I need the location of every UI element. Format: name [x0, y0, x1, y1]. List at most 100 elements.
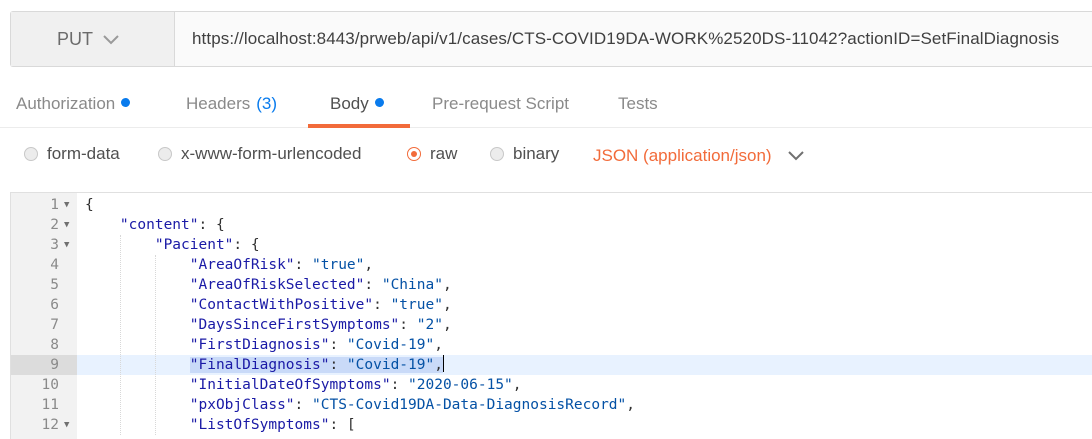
text-cursor: [442, 355, 444, 372]
line-number: 5: [50, 277, 59, 293]
line-number: 1: [50, 197, 59, 213]
fold-arrow-icon[interactable]: ▼: [64, 195, 69, 215]
json-key: "DaysSinceFirstSymptoms": [189, 317, 400, 333]
tab-body[interactable]: Body: [330, 94, 384, 114]
radio-raw[interactable]: raw: [407, 144, 457, 164]
line-number: 7: [50, 317, 59, 333]
line-number: 10: [41, 377, 59, 393]
json-string-value: "true": [390, 297, 443, 313]
code-text: "FinalDiagnosis": "Covid-19",: [85, 355, 444, 375]
tab-label: Headers: [186, 94, 251, 113]
line-number: 8: [50, 337, 59, 353]
chevron-down-icon: [787, 146, 804, 166]
code-line[interactable]: 10 "InitialDateOfSymptoms": "2020-06-15"…: [11, 375, 1092, 395]
json-punctuation: : {: [198, 217, 225, 233]
json-key: "FirstDiagnosis": [189, 337, 330, 353]
radio-checked-icon: [407, 147, 421, 161]
radio-unchecked-icon: [24, 147, 38, 161]
json-punctuation: ,: [442, 297, 452, 313]
json-punctuation: : [: [329, 417, 356, 433]
code-text: "InitialDateOfSymptoms": "2020-06-15",: [85, 375, 522, 395]
radio-binary[interactable]: binary: [490, 144, 559, 164]
code-line[interactable]: 2 ▼ "content": {: [11, 215, 1092, 235]
radio-unchecked-icon: [158, 147, 172, 161]
code-text: "AreaOfRiskSelected": "China",: [85, 275, 452, 295]
code-text: "ContactWithPositive": "true",: [85, 295, 452, 315]
radio-label: form-data: [47, 144, 120, 163]
tab-label: Authorization: [16, 94, 116, 113]
json-punctuation: :: [329, 357, 347, 373]
tab-headers[interactable]: Headers (3): [186, 94, 277, 114]
code-line[interactable]: 4 "AreaOfRisk": "true",: [11, 255, 1092, 275]
url-input[interactable]: https://localhost:8443/prweb/api/v1/case…: [175, 12, 1092, 66]
json-key: "AreaOfRiskSelected": [189, 277, 365, 293]
radio-label: x-www-form-urlencoded: [181, 144, 362, 163]
code-line[interactable]: 1 ▼ {: [11, 195, 1092, 215]
chevron-down-icon: [103, 29, 119, 50]
tab-label: Body: [330, 94, 369, 113]
code-line[interactable]: 11 "pxObjClass": "CTS-Covid19DA-Data-Dia…: [11, 395, 1092, 415]
json-key: "FinalDiagnosis": [189, 357, 330, 373]
json-key: "Pacient": [154, 237, 234, 253]
json-punctuation: ,: [364, 257, 374, 273]
json-punctuation: ,: [434, 357, 443, 373]
code-text: "Pacient": {: [85, 235, 260, 255]
json-key: "AreaOfRisk": [189, 257, 295, 273]
json-punctuation: :: [329, 337, 347, 353]
json-punctuation: ,: [442, 317, 452, 333]
json-body-editor[interactable]: 1 ▼{2 ▼ "content": {3 ▼ "Pacient": {4 "Area…: [10, 192, 1092, 439]
code-text: "DaysSinceFirstSymptoms": "2",: [85, 315, 452, 335]
json-punctuation: ,: [434, 337, 443, 353]
json-punctuation: :: [390, 377, 409, 393]
tab-authorization[interactable]: Authorization: [16, 94, 131, 114]
tab-label: Pre-request Script: [432, 94, 569, 113]
fold-arrow-icon[interactable]: ▼: [64, 415, 69, 435]
line-number: 11: [41, 397, 59, 413]
json-string-value: "China": [381, 277, 443, 293]
code-line[interactable]: 9 "FinalDiagnosis": "Covid-19",: [11, 355, 1092, 375]
line-number: 6: [50, 297, 59, 313]
code-text: "pxObjClass": "CTS-Covid19DA-Data-Diagno…: [85, 395, 635, 415]
radio-unchecked-icon: [490, 147, 504, 161]
json-key: "InitialDateOfSymptoms": [189, 377, 391, 393]
line-number: 12: [41, 417, 59, 433]
json-key: "ListOfSymptoms": [189, 417, 330, 433]
content-type-select[interactable]: JSON (application/json): [593, 146, 804, 166]
line-highlight: [77, 215, 1092, 235]
selected-text: "FinalDiagnosis": "Covid-19",: [189, 357, 443, 373]
body-type-options: form-data x-www-form-urlencoded raw bina…: [0, 136, 1092, 176]
line-number: 4: [50, 257, 59, 273]
request-bar: PUT https://localhost:8443/prweb/api/v1/…: [10, 11, 1092, 67]
fold-arrow-icon[interactable]: ▼: [64, 215, 69, 235]
json-punctuation: : {: [233, 237, 260, 253]
line-number: 9: [50, 357, 59, 373]
tab-modified-dot-icon: [121, 98, 131, 107]
code-line[interactable]: 12 ▼ "ListOfSymptoms": [: [11, 415, 1092, 435]
json-punctuation: ,: [512, 377, 522, 393]
json-string-value: "2": [416, 317, 443, 333]
code-text: "content": {: [85, 215, 225, 235]
line-number: 2: [50, 217, 59, 233]
code-line[interactable]: 6 "ContactWithPositive": "true",: [11, 295, 1092, 315]
json-punctuation: {: [85, 197, 94, 213]
json-punctuation: :: [364, 277, 382, 293]
code-line[interactable]: 5 "AreaOfRiskSelected": "China",: [11, 275, 1092, 295]
json-string-value: "2020-06-15": [408, 377, 513, 393]
code-line[interactable]: 7 "DaysSinceFirstSymptoms": "2",: [11, 315, 1092, 335]
method-label: PUT: [57, 28, 93, 49]
code-text: "AreaOfRisk": "true",: [85, 255, 373, 275]
code-line[interactable]: 8 "FirstDiagnosis": "Covid-19",: [11, 335, 1092, 355]
radio-form-data[interactable]: form-data: [24, 144, 120, 164]
json-punctuation: ,: [626, 397, 636, 413]
method-select[interactable]: PUT: [11, 12, 175, 66]
line-highlight: [77, 195, 1092, 215]
code-line[interactable]: 3 ▼ "Pacient": {: [11, 235, 1092, 255]
active-tab-indicator: [308, 124, 410, 128]
tab-count-badge: (3): [256, 94, 278, 113]
fold-arrow-icon[interactable]: ▼: [64, 235, 69, 255]
tab-pre-request-script[interactable]: Pre-request Script: [432, 94, 569, 114]
code-text: "ListOfSymptoms": [: [85, 415, 356, 435]
tab-tests[interactable]: Tests: [618, 94, 658, 114]
tab-label: Tests: [618, 94, 658, 113]
radio-x-www-form-urlencoded[interactable]: x-www-form-urlencoded: [158, 144, 361, 164]
